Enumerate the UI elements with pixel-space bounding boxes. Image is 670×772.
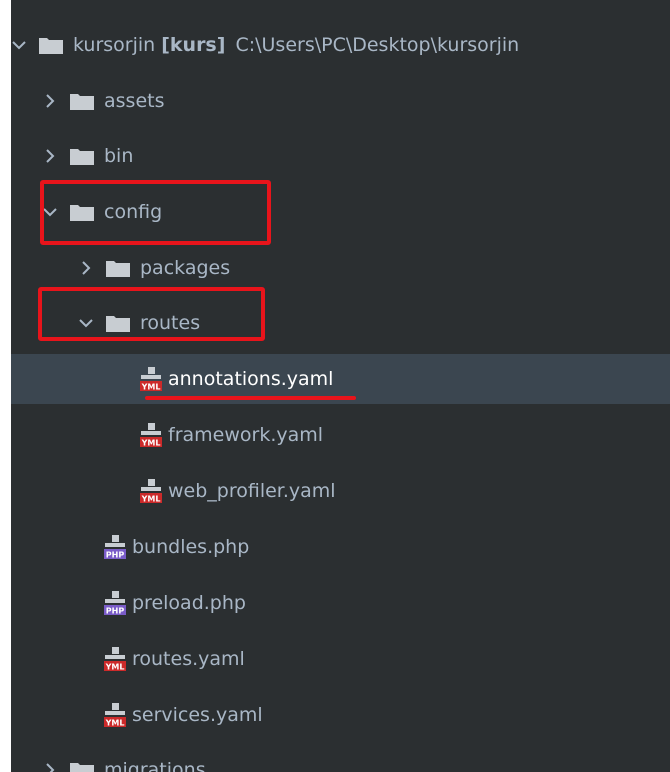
folder-icon [69,146,95,166]
svg-text:YML: YML [141,495,161,504]
tree-item-label: routes.yaml [132,648,245,670]
yaml-file-icon: YML [139,478,163,504]
chevron-right-icon[interactable] [42,93,58,109]
yaml-file-icon: YML [139,366,163,392]
yaml-file-icon: YML [103,646,127,672]
folder-icon [69,760,95,772]
svg-text:PHP: PHP [106,551,125,560]
tree-item-packages[interactable]: packages [11,243,670,293]
folder-icon [69,91,95,111]
yaml-file-icon: YML [139,422,163,448]
tree-item-bin[interactable]: bin [11,131,670,181]
svg-text:YML: YML [105,719,125,728]
tree-item-label: bin [104,145,134,167]
tree-item-label: migrations [104,759,206,772]
tree-item-services-yaml[interactable]: YML services.yaml [11,690,670,740]
tree-item-label: packages [140,257,231,279]
php-file-icon: PHP [103,590,127,616]
php-file-icon: PHP [103,534,127,560]
tree-item-label: annotations.yaml [168,368,334,390]
tree-item-migrations[interactable]: migrations [11,745,670,772]
tree-item-label: framework.yaml [168,424,324,446]
tree-item-label: bundles.php [132,536,250,558]
folder-icon [105,258,131,278]
tree-item-web-profiler-yaml[interactable]: YML web_profiler.yaml [11,466,670,516]
tree-item-routes-yaml[interactable]: YML routes.yaml [11,634,670,684]
chevron-down-icon[interactable] [11,37,27,53]
chevron-right-icon[interactable] [42,762,58,772]
tree-item-framework-yaml[interactable]: YML framework.yaml [11,410,670,460]
highlight-box-config [40,180,271,245]
svg-text:YML: YML [141,383,161,392]
highlight-box-routes [38,287,265,341]
project-tree-panel: kursorjin [kurs] C:\Users\PC\Desktop\kur… [11,0,670,772]
svg-text:PHP: PHP [106,607,125,616]
chevron-right-icon[interactable] [78,260,94,276]
root-name: kursorjin [73,34,156,56]
tree-item-label: services.yaml [132,704,263,726]
tree-item-bundles-php[interactable]: PHP bundles.php [11,522,670,572]
tree-item-label: assets [104,90,165,112]
svg-text:YML: YML [141,439,161,448]
tree-item-assets[interactable]: assets [11,76,670,126]
tree-item-root[interactable]: kursorjin [kurs] C:\Users\PC\Desktop\kur… [11,20,670,70]
folder-icon [38,35,64,55]
project-path: C:\Users\PC\Desktop\kursorjin [235,34,520,56]
svg-text:YML: YML [105,663,125,672]
tree-item-label: preload.php [132,592,246,614]
tree-item-label: web_profiler.yaml [168,480,336,502]
module-name: [kurs] [161,34,226,56]
chevron-right-icon[interactable] [42,148,58,164]
yaml-file-icon: YML [103,702,127,728]
underline-annotations-yaml [145,396,356,400]
tree-item-preload-php[interactable]: PHP preload.php [11,578,670,628]
